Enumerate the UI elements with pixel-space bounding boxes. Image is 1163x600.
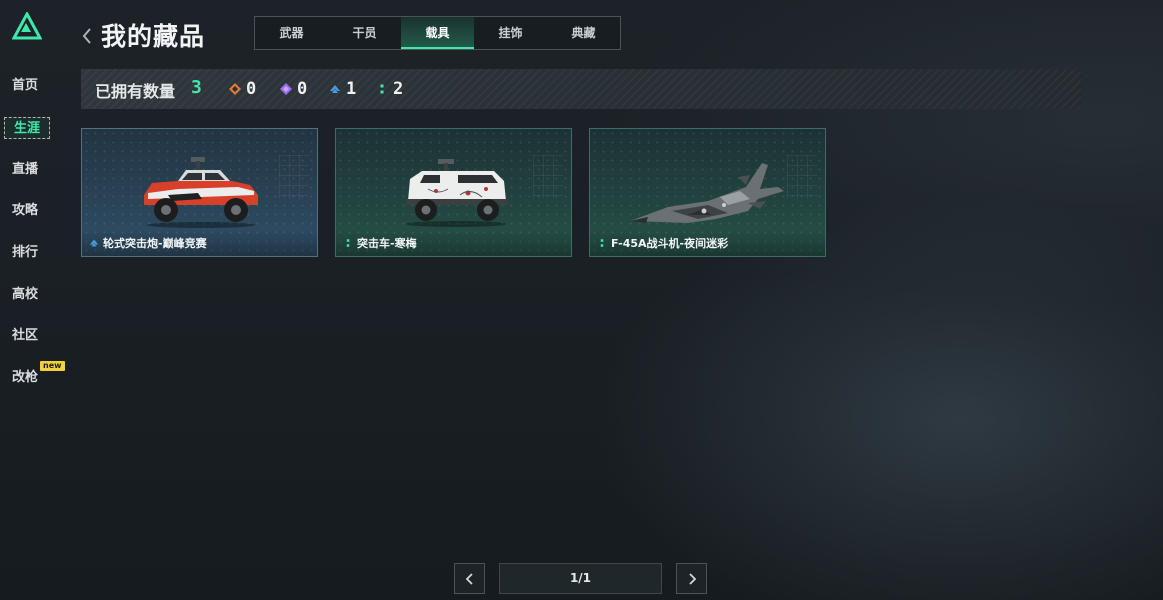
green-dots-icon: [600, 239, 604, 247]
blue-chevron-icon: [330, 85, 340, 93]
card-footer: F-45A战斗机-夜间迷彩: [590, 230, 825, 256]
prev-page-button[interactable]: [454, 563, 485, 594]
white-armored-car-image: [406, 159, 508, 227]
card-item-name: F-45A战斗机-夜间迷彩: [611, 237, 729, 250]
chevron-left-icon[interactable]: [80, 26, 94, 46]
sidebar-item-home[interactable]: 首页: [12, 75, 38, 97]
new-badge: new: [40, 361, 65, 371]
sidebar-item-colleges[interactable]: 高校: [12, 284, 38, 306]
sidebar-item-ranking[interactable]: 排行: [12, 242, 38, 264]
card-grid-decoration: [279, 155, 309, 199]
stat-purple-value: 0: [297, 79, 308, 99]
stat-green: 2: [376, 78, 403, 100]
green-dots-icon: [380, 84, 384, 94]
collection-card[interactable]: 轮式突击炮-巅峰竞赛: [81, 128, 318, 257]
card-footer: 突击车-寒梅: [336, 230, 571, 256]
camo-fighter-jet-image: [630, 163, 784, 223]
category-tabs: 武器 干员 载具 挂饰 典藏: [254, 16, 621, 50]
collection-card[interactable]: F-45A战斗机-夜间迷彩: [589, 128, 826, 257]
card-grid-decoration: [533, 155, 563, 199]
chevron-right-icon: [689, 573, 697, 585]
page-title: 我的藏品: [101, 22, 206, 51]
stat-orange: 0: [229, 78, 256, 100]
stat-blue-value: 1: [346, 79, 357, 99]
sidebar-item-career[interactable]: 生涯: [4, 117, 50, 139]
stat-blue: 1: [329, 78, 356, 100]
tab-charms[interactable]: 挂饰: [474, 17, 547, 49]
owned-summary-bar: 已拥有数量 3 0 0 1 2: [81, 69, 1081, 109]
collection-card[interactable]: 突击车-寒梅: [335, 128, 572, 257]
stat-purple: 0: [280, 78, 307, 100]
orange-diamond-icon: [229, 83, 241, 95]
card-footer: 轮式突击炮-巅峰竞赛: [82, 230, 317, 256]
tab-collection[interactable]: 典藏: [547, 17, 620, 49]
stat-orange-value: 0: [246, 79, 257, 99]
sidebar-item-gunsmith[interactable]: 改枪: [12, 367, 38, 389]
chevron-left-icon: [465, 573, 473, 585]
green-dots-icon: [346, 239, 350, 247]
triangle-logo-icon[interactable]: [12, 12, 42, 40]
owned-count-label: 已拥有数量: [95, 82, 176, 101]
stat-green-value: 2: [393, 79, 404, 99]
sidebar-item-live[interactable]: 直播: [12, 159, 38, 181]
tab-vehicles[interactable]: 载具: [401, 17, 474, 49]
blue-chevron-icon: [89, 239, 99, 247]
sidebar-item-community[interactable]: 社区: [12, 325, 38, 347]
card-item-name: 突击车-寒梅: [357, 237, 417, 250]
red-assault-vehicle-image: [144, 157, 258, 228]
page-indicator: 1/1: [499, 563, 662, 594]
next-page-button[interactable]: [676, 563, 707, 594]
tab-weapons[interactable]: 武器: [255, 17, 328, 49]
card-grid-decoration: [787, 155, 817, 199]
card-item-name: 轮式突击炮-巅峰竞赛: [103, 237, 207, 250]
sidebar: 首页 生涯 直播 攻略 排行 高校 社区 改枪 new: [0, 0, 65, 600]
sidebar-item-guides[interactable]: 攻略: [12, 200, 38, 222]
owned-count-total: 3: [191, 77, 202, 98]
tab-operators[interactable]: 干员: [328, 17, 401, 49]
purple-diamond-icon: [280, 83, 292, 95]
